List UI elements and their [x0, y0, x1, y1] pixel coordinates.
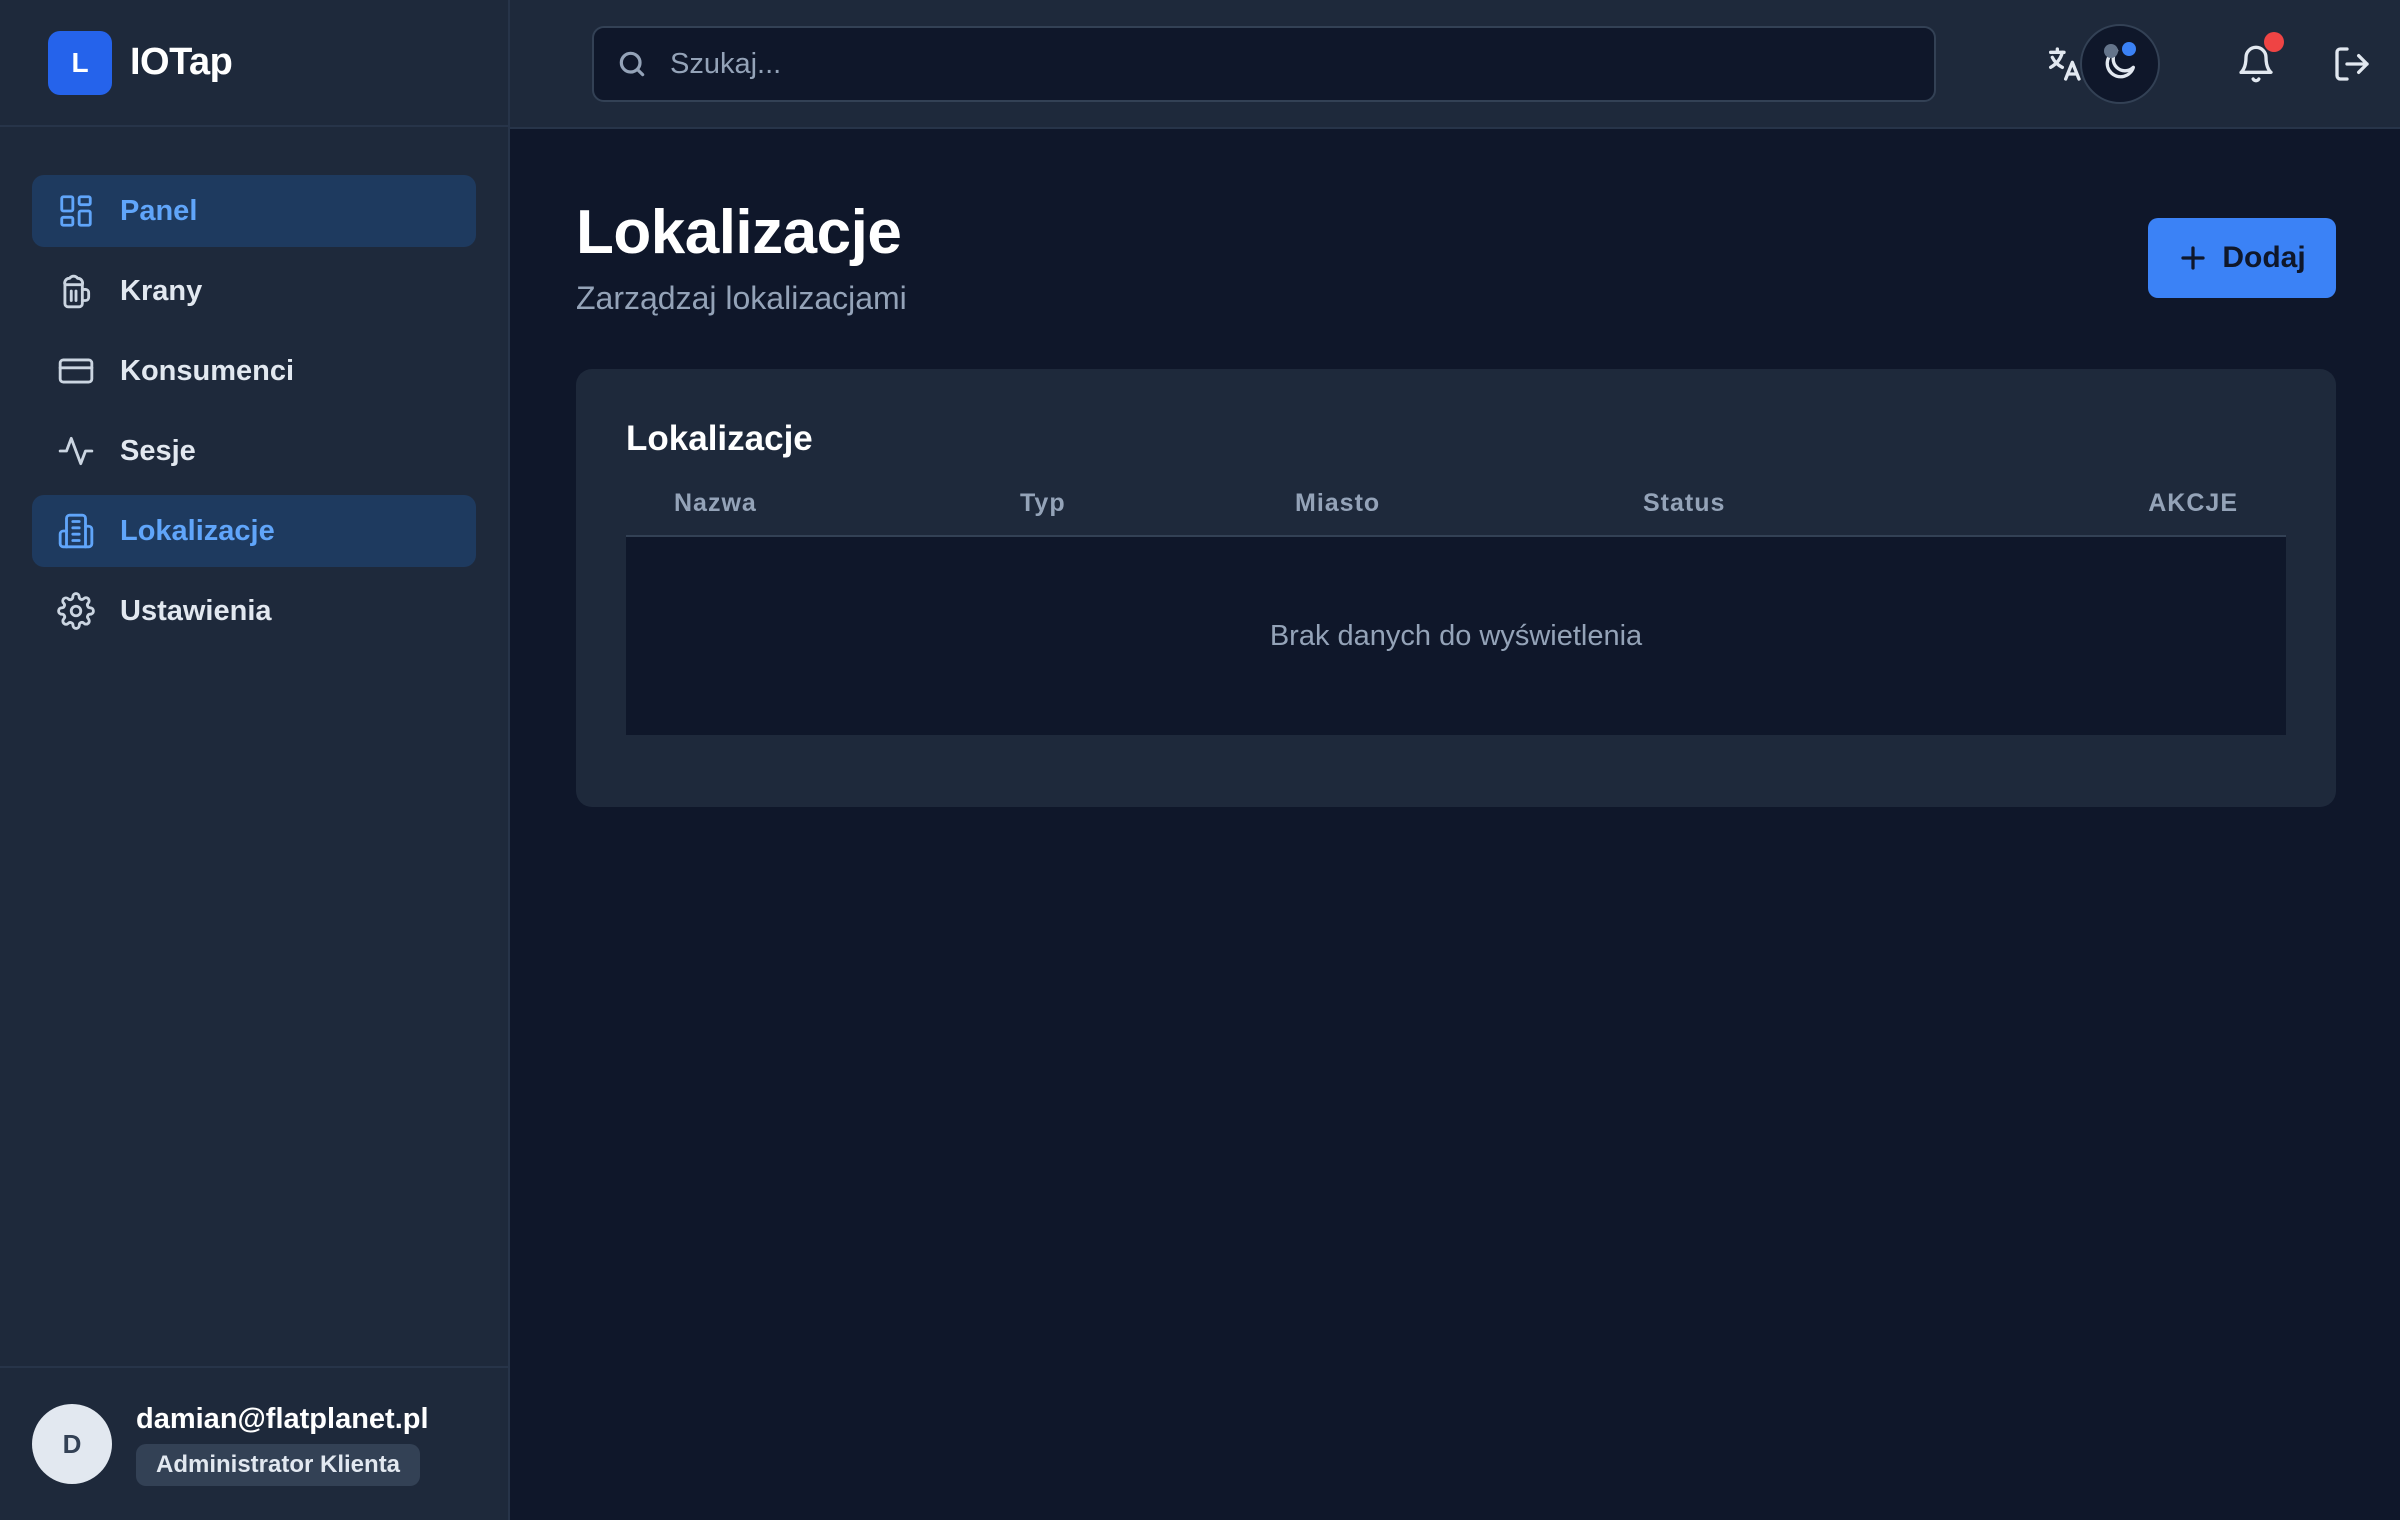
- column-header-actions: AKCJE: [2148, 489, 2238, 517]
- notification-badge: [2264, 32, 2284, 52]
- sidebar-item-label: Konsumenci: [120, 354, 295, 387]
- search-bar[interactable]: [592, 26, 1936, 102]
- activity-icon: [56, 431, 96, 471]
- user-info: damian@flatplanet.pl Administrator Klien…: [136, 1403, 429, 1486]
- user-profile[interactable]: D damian@flatplanet.pl Administrator Kli…: [0, 1366, 508, 1520]
- card-title: Lokalizacje: [626, 419, 813, 458]
- table-header: Nazwa Typ Miasto Status AKCJE: [626, 475, 2286, 537]
- translate-icon: [2049, 47, 2081, 81]
- sidebar-item-panel[interactable]: Panel: [32, 175, 476, 247]
- sidebar-item-krany[interactable]: Krany: [32, 255, 476, 327]
- theme-indicator-dot-active: [2122, 42, 2136, 56]
- empty-state: Brak danych do wyświetlenia: [626, 537, 2286, 735]
- brand-name: IOTap: [130, 41, 233, 83]
- brand[interactable]: L IOTap: [0, 0, 508, 127]
- sidebar-item-konsumenci[interactable]: Konsumenci: [32, 335, 476, 407]
- beer-mug-icon: [56, 271, 96, 311]
- column-header-type[interactable]: Typ: [1020, 489, 1066, 518]
- column-header-city[interactable]: Miasto: [1295, 489, 1380, 518]
- user-role-badge: Administrator Klienta: [136, 1443, 421, 1486]
- column-header-status[interactable]: Status: [1643, 489, 1725, 518]
- building-icon: [56, 511, 96, 551]
- sidebar-item-label: Sesje: [120, 434, 196, 467]
- empty-state-text: Brak danych do wyświetlenia: [1269, 619, 1643, 652]
- sidebar-item-label: Panel: [120, 194, 198, 227]
- logout-icon: [2335, 47, 2369, 81]
- sidebar-item-ustawienia[interactable]: Ustawienia: [32, 575, 476, 647]
- card-icon: [56, 351, 96, 391]
- brand-logo: L: [48, 30, 112, 95]
- search-input[interactable]: [670, 47, 1934, 81]
- search-icon: [619, 51, 645, 77]
- sidebar-item-label: Krany: [120, 274, 203, 307]
- logout-button[interactable]: [2312, 24, 2392, 104]
- page-title: Lokalizacje: [576, 198, 902, 267]
- user-email: damian@flatplanet.pl: [136, 1402, 429, 1435]
- theme-indicator-dot: [2104, 44, 2118, 58]
- app: L IOTap Panel Krany Konsumenci Sesje Lok…: [0, 0, 2400, 1520]
- sidebar-item-lokalizacje[interactable]: Lokalizacje: [32, 495, 476, 567]
- locations-card: Lokalizacje Nazwa Typ Miasto Status AKCJ…: [576, 369, 2336, 807]
- add-button-label: Dodaj: [2222, 241, 2306, 274]
- main-content: Lokalizacje Zarządzaj lokalizacjami Doda…: [576, 129, 2336, 807]
- column-header-name[interactable]: Nazwa: [674, 489, 757, 518]
- avatar: D: [32, 1404, 112, 1484]
- grid-icon: [56, 191, 96, 231]
- sidebar-nav: Panel Krany Konsumenci Sesje Lokalizacje…: [0, 127, 508, 647]
- plus-icon: [2181, 246, 2205, 270]
- sidebar: L IOTap Panel Krany Konsumenci Sesje Lok…: [0, 0, 510, 1520]
- sidebar-item-label: Ustawienia: [120, 594, 272, 627]
- notifications-button[interactable]: [2216, 24, 2296, 104]
- theme-toggle-button[interactable]: [2080, 24, 2160, 104]
- top-header: [510, 0, 2400, 129]
- sidebar-item-sesje[interactable]: Sesje: [32, 415, 476, 487]
- gear-icon: [56, 591, 96, 631]
- page-subtitle: Zarządzaj lokalizacjami: [576, 280, 907, 316]
- add-location-button[interactable]: Dodaj: [2148, 218, 2336, 298]
- sidebar-item-label: Lokalizacje: [120, 514, 275, 547]
